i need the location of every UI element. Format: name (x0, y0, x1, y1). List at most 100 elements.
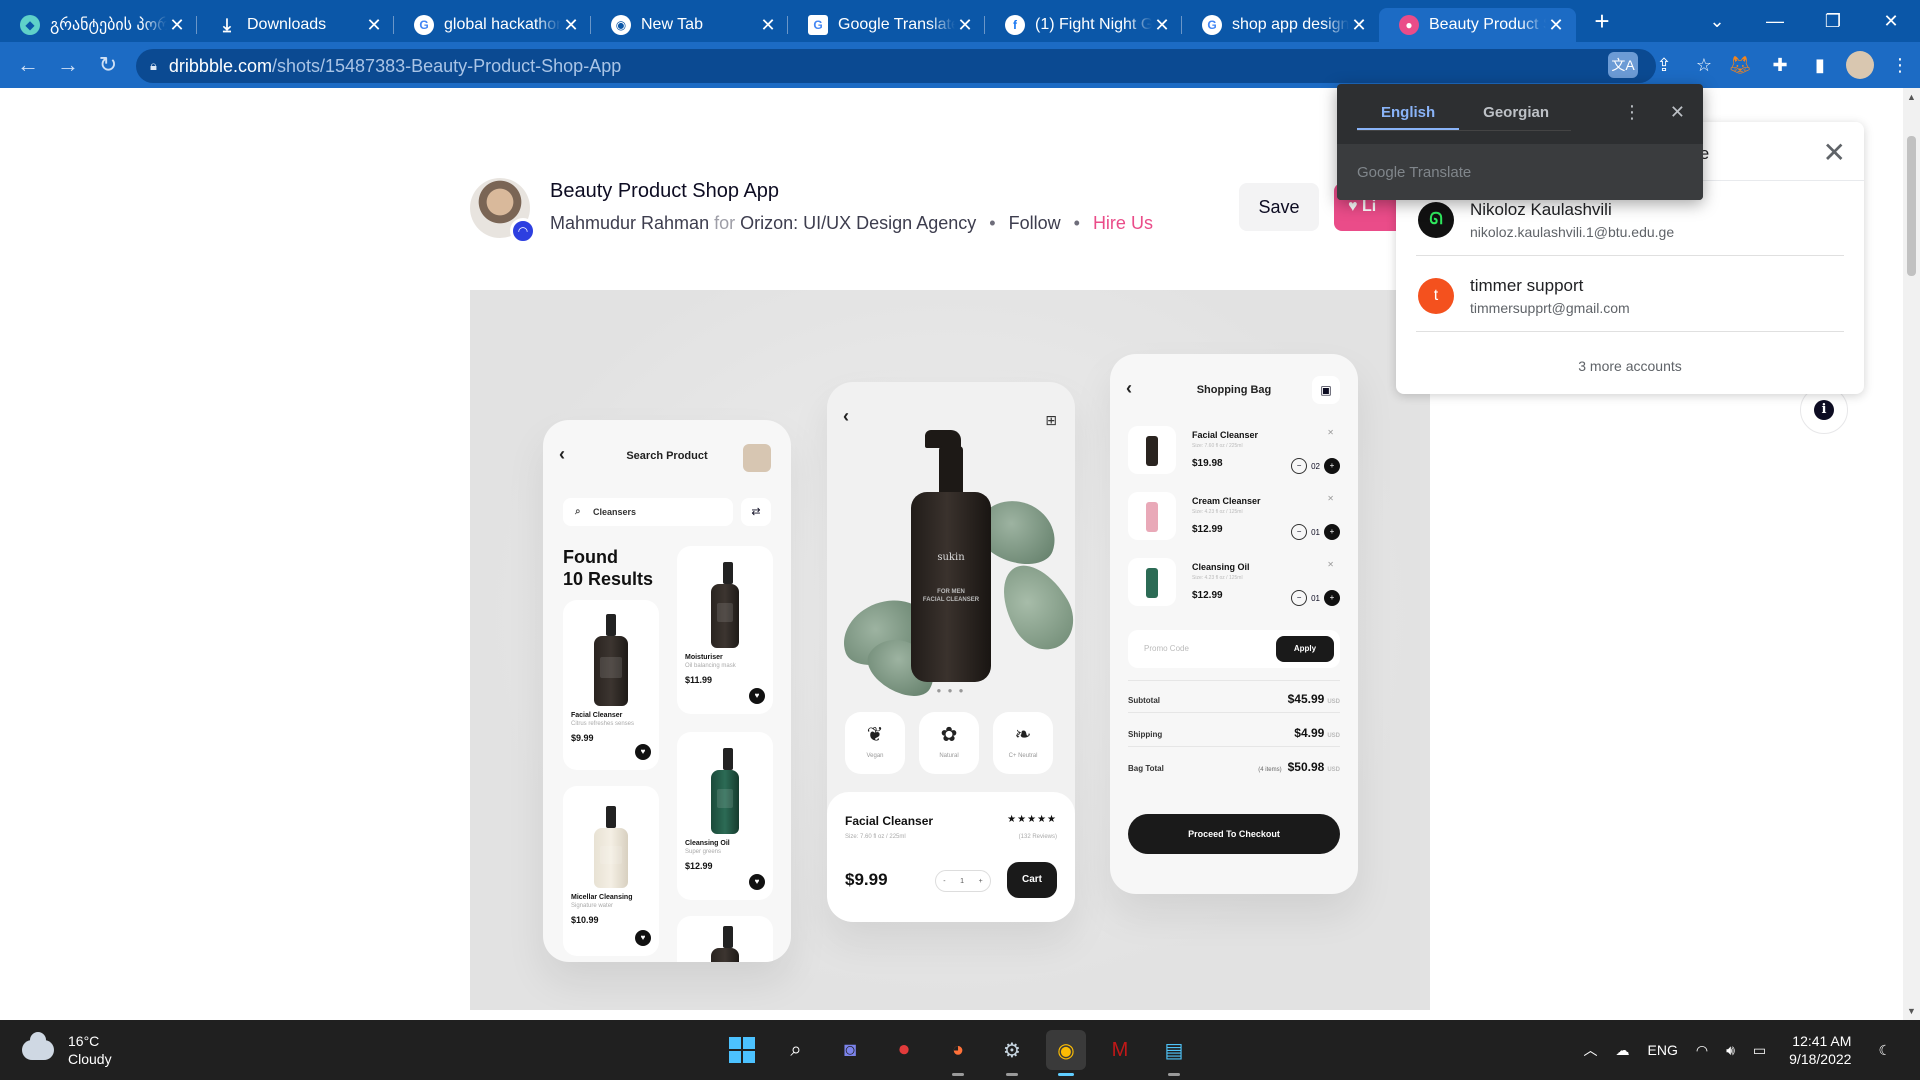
account-row[interactable]: ᘏ Nikoloz Kaulashvili nikoloz.kaulashvil… (1416, 192, 1844, 256)
chrome-icon: ◉ (611, 15, 631, 35)
tab-facebook[interactable]: f (1) Fight Night Ge ✕ (985, 8, 1182, 42)
bookmark-star-icon[interactable]: ☆ (1684, 55, 1724, 76)
tab-new-tab[interactable]: ◉ New Tab ✕ (591, 8, 788, 42)
hire-us-link[interactable]: Hire Us (1093, 213, 1153, 233)
scrollbar-thumb[interactable] (1907, 136, 1916, 276)
product-card: Facial Cleanser Citrus refreshes senses … (563, 600, 659, 770)
extensions-area: 🦊︎ ✚ ▮ ⋮ (1720, 42, 1920, 88)
close-icon[interactable]: ✕ (1670, 102, 1685, 123)
close-icon[interactable]: ✕ (1823, 136, 1846, 169)
mock-search-box: ⌕ Cleansers (563, 498, 733, 526)
chevron-up-icon[interactable]: ︿ (1584, 1040, 1598, 1060)
translate-popup: English Georgian ⋮ ✕ Google Translate (1337, 84, 1703, 200)
tab-grants[interactable]: ◆ გრანტების პორ ✕ (0, 8, 197, 42)
tab-downloads[interactable]: ⤓ Downloads ✕ (197, 8, 394, 42)
recorder-icon[interactable]: ⏺ (884, 1030, 924, 1070)
tab-georgian[interactable]: Georgian (1459, 98, 1573, 130)
gem-icon: ◆ (20, 15, 40, 35)
item-qty: −02 + (1291, 458, 1340, 474)
window-controls: ⌄ — ❐ ✕ (1688, 0, 1920, 42)
close-icon[interactable]: ✕ (1349, 15, 1369, 36)
team-link[interactable]: Orizon: UI/UX Design Agency (740, 213, 976, 233)
author-link[interactable]: Mahmudur Rahman (550, 213, 709, 233)
close-icon[interactable]: ✕ (364, 15, 384, 36)
wifi-icon[interactable]: ◠ (1696, 1042, 1708, 1059)
restore-button[interactable]: ❐ (1804, 11, 1862, 32)
onedrive-cloud-icon[interactable]: ☁ (1616, 1042, 1630, 1059)
more-accounts-link[interactable]: 3 more accounts (1396, 358, 1864, 374)
tab-english[interactable]: English (1357, 98, 1460, 130)
team-badge-icon[interactable]: ◠ (510, 218, 536, 244)
puzzle-extensions-icon[interactable]: ✚ (1760, 55, 1800, 76)
mcafee-icon[interactable]: M (1100, 1030, 1140, 1070)
clock[interactable]: 12:41 AM 9/18/2022 (1789, 1032, 1851, 1068)
battery-icon[interactable]: ▭ (1753, 1042, 1766, 1059)
kebab-menu-icon[interactable]: ⋮ (1623, 102, 1641, 123)
kebab-menu-icon[interactable]: ⋮ (1880, 55, 1920, 76)
account-row[interactable]: t timmer support timmersupprt@gmail.com (1416, 268, 1844, 332)
product-card: Micellar Cleansing Signature water $10.9… (563, 786, 659, 956)
close-icon[interactable]: ✕ (1546, 15, 1566, 36)
remove-icon: ✕ (1327, 494, 1334, 503)
bottle-image (711, 562, 739, 648)
reload-button[interactable]: ↻ (88, 52, 128, 78)
mock-cart-button: Cart (1007, 862, 1057, 898)
close-window-button[interactable]: ✕ (1862, 11, 1920, 32)
tab-beauty-product[interactable]: ● Beauty Product Sh ✕ (1379, 8, 1576, 42)
chrome-icon[interactable]: ◉ (1046, 1030, 1086, 1076)
language-indicator[interactable]: ENG (1648, 1042, 1678, 1058)
sprout-icon: ❦ (866, 724, 884, 746)
taskbar-apps: ⌕ ◙ ⏺ ◕ ⚙ ◉ M ▤ (722, 1020, 1194, 1080)
page-scrollbar[interactable]: ▲ ▼ (1903, 88, 1920, 1020)
scroll-down-icon[interactable]: ▼ (1903, 1006, 1920, 1016)
firefox-icon[interactable]: ◕ (938, 1030, 978, 1076)
close-icon[interactable]: ✕ (955, 15, 975, 36)
close-icon[interactable]: ✕ (758, 15, 778, 36)
volume-icon[interactable]: 🔊︎ (1726, 1042, 1735, 1059)
author-avatar[interactable]: ◠ (470, 178, 536, 244)
translate-icon[interactable]: 文A (1608, 52, 1638, 78)
google-translate-icon: G (808, 15, 828, 35)
new-tab-button[interactable]: + (1582, 6, 1622, 37)
tab-shop-app-design[interactable]: G shop app design ✕ (1182, 8, 1379, 42)
address-bar[interactable]: 🔒︎ dribbble.com/shots/15487383-Beauty-Pr… (136, 49, 1656, 83)
forward-button[interactable]: → (48, 52, 88, 78)
tab-google-translate[interactable]: G Google Translate ✕ (788, 8, 985, 42)
bag-item: Facial Cleanser Size: 7.60 fl oz / 225ml… (1128, 426, 1340, 478)
quantity-stepper: -1 + (935, 870, 991, 892)
notepad-icon[interactable]: ▤ (1154, 1030, 1194, 1076)
save-button[interactable]: Save (1239, 183, 1319, 231)
close-icon[interactable]: ✕ (1152, 15, 1172, 36)
search-icon[interactable]: ⌕ (776, 1030, 816, 1070)
share-icon[interactable]: ⇪ (1644, 55, 1684, 76)
close-icon[interactable]: ✕ (167, 15, 187, 36)
found-results: Found 10 Results (563, 547, 654, 589)
lock-icon[interactable]: 🔒︎ (150, 58, 157, 74)
start-button[interactable] (722, 1030, 762, 1070)
weather-widget[interactable]: 16°C Cloudy (22, 1032, 112, 1068)
chat-icon[interactable]: ◙ (830, 1030, 870, 1070)
shot-image[interactable]: ‹ Search Product ⌕ Cleansers ⇄ Found 10 … (470, 290, 1430, 1010)
minimize-button[interactable]: — (1746, 11, 1804, 32)
bag-icon: ▣ (1312, 376, 1340, 404)
notification-moon-icon[interactable]: ☾ (1878, 1042, 1891, 1059)
tab-global-hackathon[interactable]: G global hackathon ✕ (394, 8, 591, 42)
scroll-up-icon[interactable]: ▲ (1903, 92, 1920, 102)
promo-code-field: Promo Code Apply (1128, 630, 1340, 668)
bag-item: Cream Cleanser Size: 4.23 fl oz / 125ml … (1128, 492, 1340, 544)
back-button[interactable]: ← (8, 52, 48, 78)
separator-dot: • (989, 213, 996, 233)
metamask-fox-icon[interactable]: 🦊︎ (1720, 55, 1760, 76)
star-rating: ★★★★★ (1007, 814, 1057, 825)
steam-icon[interactable]: ⚙ (992, 1030, 1032, 1076)
tab-search-icon[interactable]: ⌄ (1688, 11, 1746, 32)
close-icon[interactable]: ✕ (561, 15, 581, 36)
side-panel-icon[interactable]: ▮ (1800, 55, 1840, 76)
follow-link[interactable]: Follow (1009, 213, 1061, 233)
download-icon: ⤓ (223, 14, 231, 35)
heart-icon: ♥ (749, 874, 765, 890)
profile-avatar[interactable] (1846, 51, 1874, 79)
bag-total-row: Bag Total (4 items) $50.98 USD (1128, 760, 1340, 774)
big-bottle-image: sukin FOR MEN FACIAL CLEANSER (911, 430, 991, 682)
product-hero-image: sukin FOR MEN FACIAL CLEANSER (827, 412, 1075, 712)
